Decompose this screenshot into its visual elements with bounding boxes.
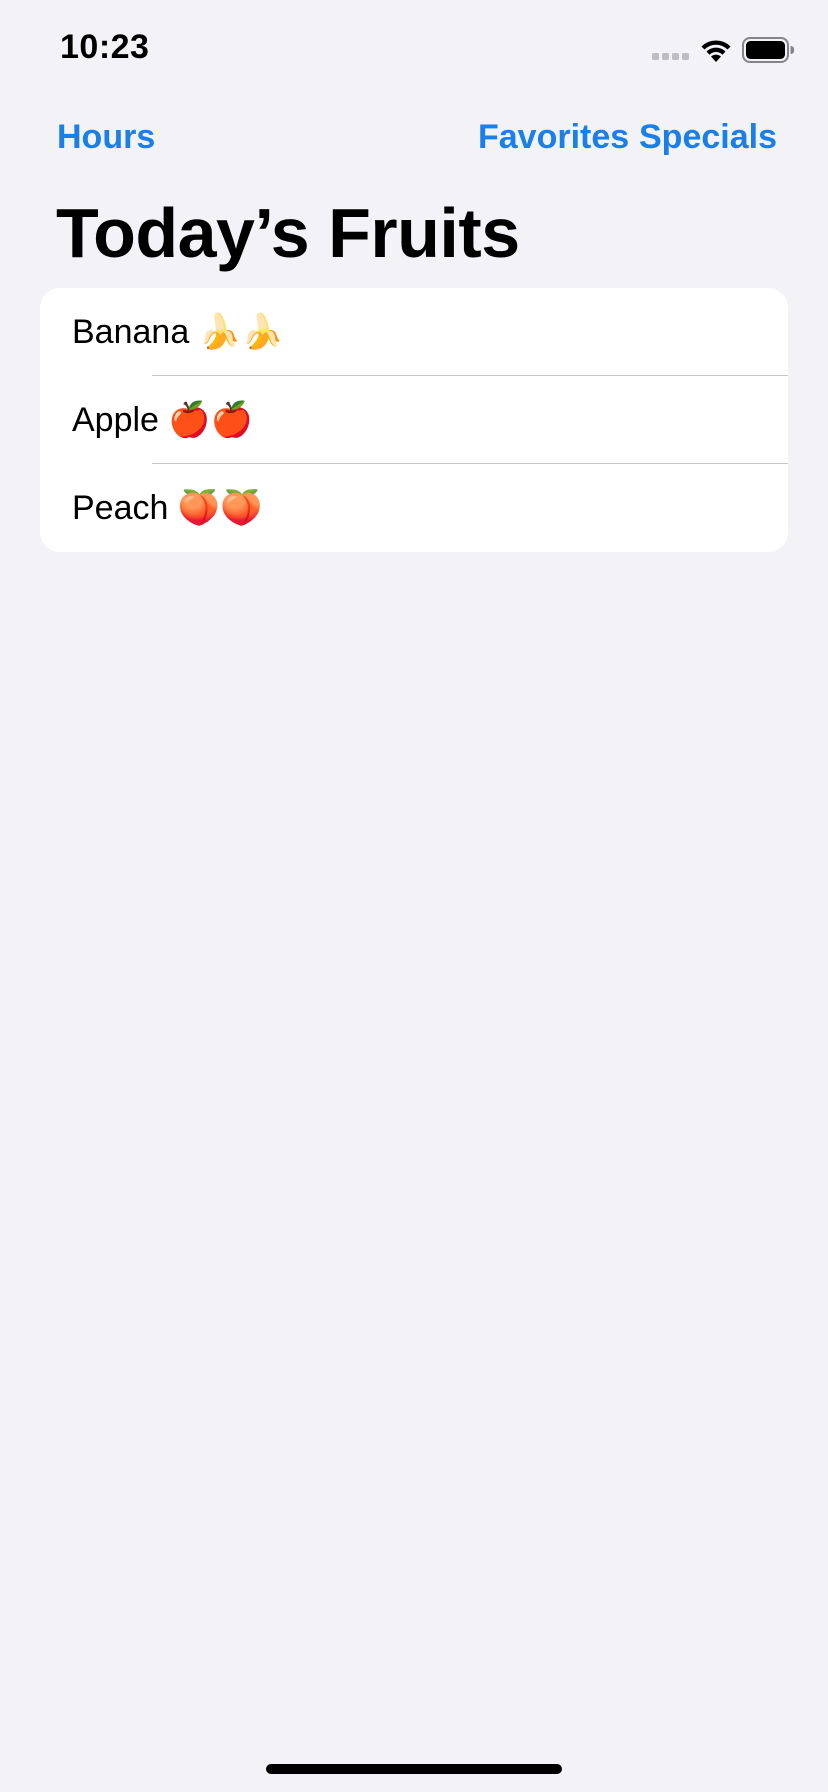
fruit-list: Banana 🍌🍌 Apple 🍎🍎 Peach 🍑🍑 <box>40 288 788 552</box>
status-bar: 10:23 <box>0 0 828 100</box>
status-time: 10:23 <box>60 28 150 66</box>
list-item-peach[interactable]: Peach 🍑🍑 <box>40 464 788 552</box>
hours-button[interactable]: Hours <box>57 118 155 157</box>
wifi-icon <box>701 40 731 62</box>
cellular-signal-icon <box>652 53 689 60</box>
battery-icon <box>742 37 794 63</box>
list-item-label: Banana 🍌🍌 <box>72 313 284 351</box>
app-screen: 10:23 Hours Favorites Specials Today’s F… <box>0 0 828 1792</box>
specials-button[interactable]: Specials <box>639 118 777 157</box>
list-item-label: Apple 🍎🍎 <box>72 401 254 439</box>
favorites-button[interactable]: Favorites <box>478 118 629 157</box>
navigation-bar: Hours Favorites Specials <box>0 118 828 168</box>
home-indicator[interactable] <box>266 1764 562 1774</box>
page-title: Today’s Fruits <box>56 194 520 272</box>
list-item-apple[interactable]: Apple 🍎🍎 <box>40 376 788 464</box>
list-item-label: Peach 🍑🍑 <box>72 489 263 527</box>
list-item-banana[interactable]: Banana 🍌🍌 <box>40 288 788 376</box>
